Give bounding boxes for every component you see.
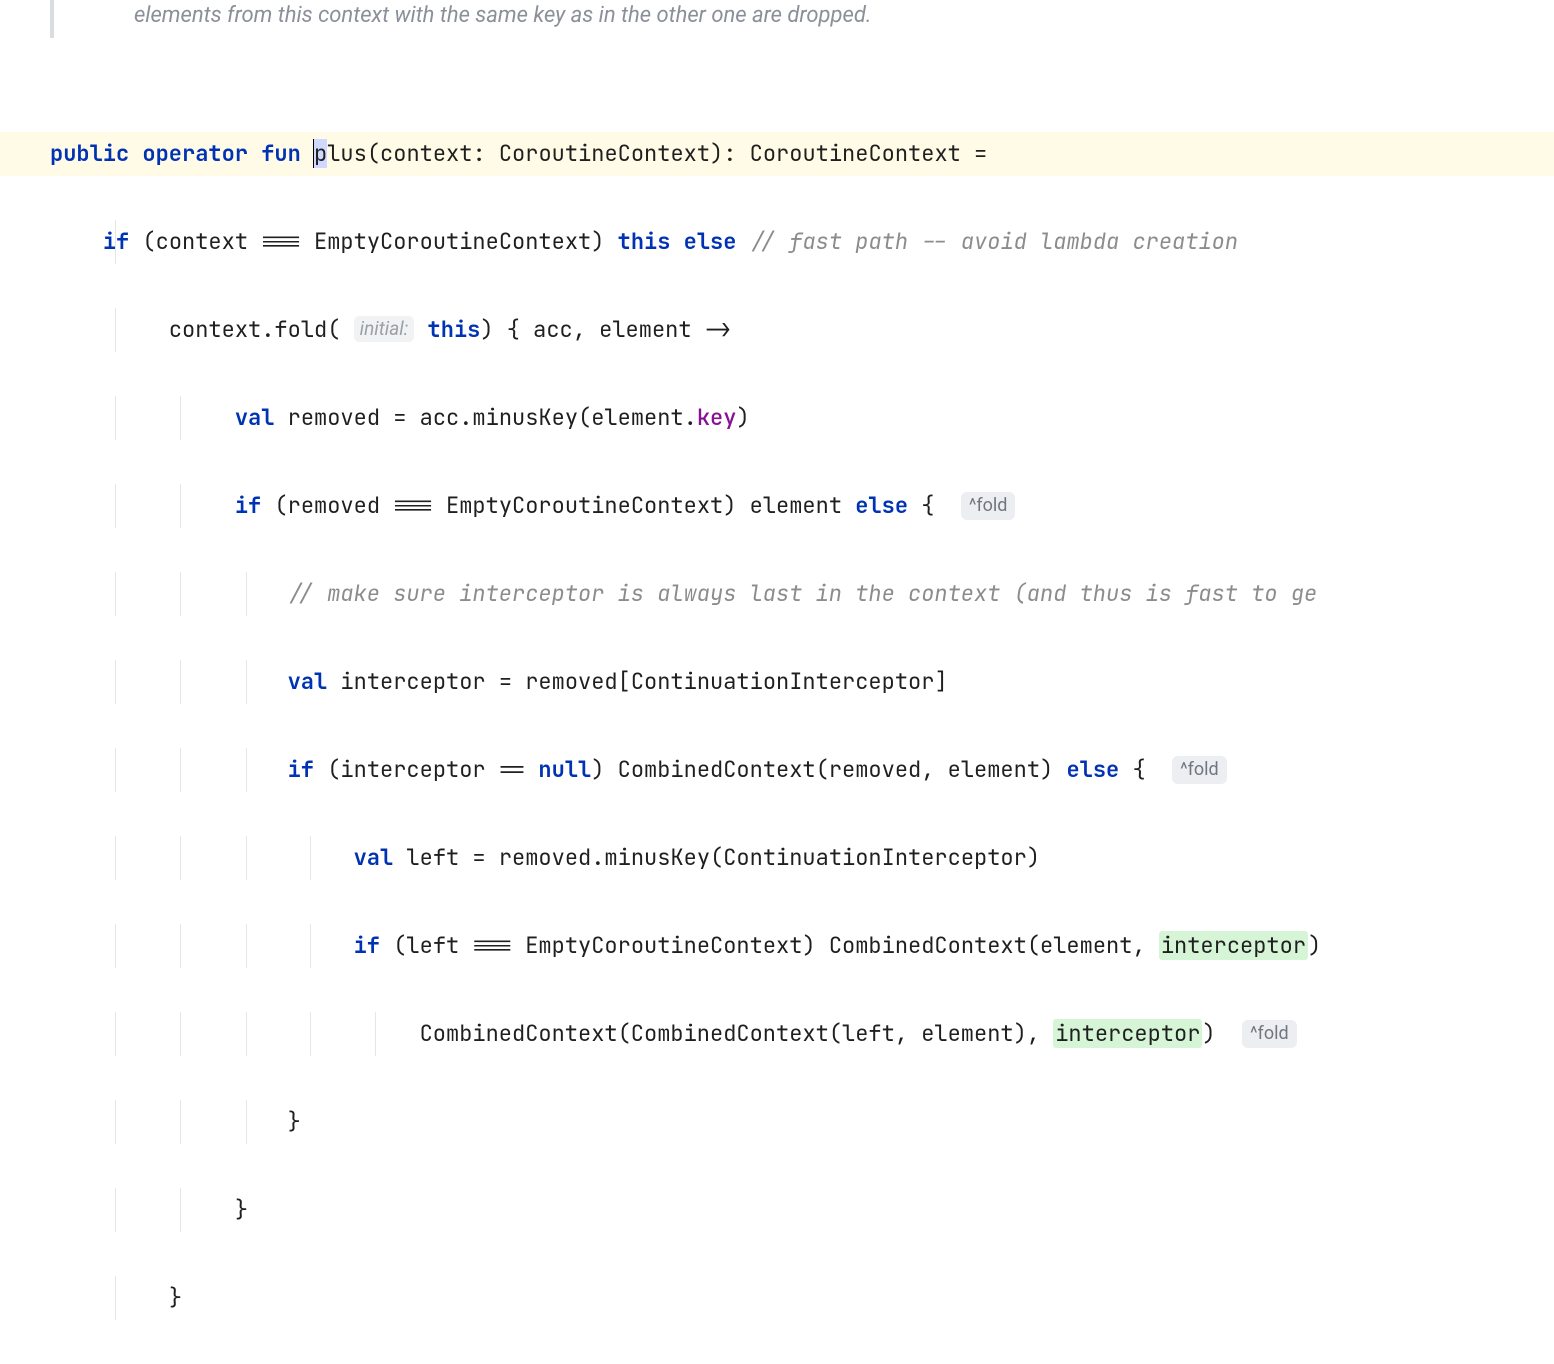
keyword-if: if [235,491,261,520]
code-line[interactable]: CombinedContext(CombinedContext(left, el… [0,1012,1554,1056]
indent-guide [246,1012,247,1056]
code-line-signature[interactable]: public operator fun plus(context: Corout… [0,132,1554,176]
indent-guide [115,1276,116,1320]
fn-signature-tail: (context: CoroutineContext): CoroutineCo… [367,139,987,168]
usage-highlight: interceptor [1053,1019,1202,1048]
indent-guide [115,484,116,528]
indent-guide [180,396,181,440]
inlay-fold-hint[interactable]: ^fold [1172,756,1227,784]
keyword-if: if [354,931,380,960]
indent-guide [115,1100,116,1144]
comment: // fast path -- avoid lambda creation [736,227,1238,256]
indent-guide [310,924,311,968]
indent-guide [180,1188,181,1232]
code-line[interactable]: context.fold( initial: this) { acc, elem… [0,308,1554,352]
cond: (context === EmptyCoroutineContext) [129,227,617,256]
keyword-val: val [354,843,394,872]
code-block: public operator fun plus(context: Corout… [0,44,1554,1364]
code-line[interactable]: if (context === EmptyCoroutineContext) t… [0,220,1554,264]
inlay-param-hint[interactable]: initial: [354,316,415,342]
indent-guide [180,924,181,968]
code-line[interactable]: val removed = acc.minusKey(element.key) [0,396,1554,440]
indent-guide [180,484,181,528]
indent-guide [115,572,116,616]
keyword-if: if [103,227,129,256]
keyword-else: else [1066,755,1119,784]
indent-guide [246,572,247,616]
code-line[interactable]: if (removed === EmptyCoroutineContext) e… [0,484,1554,528]
kdoc-fragment: elements from this context with the same… [50,0,1554,38]
indent-guide [115,660,116,704]
indent-guide [246,748,247,792]
cond: (removed === EmptyCoroutineContext) elem… [261,491,855,520]
indent-guide [115,308,116,352]
indent-guide [180,748,181,792]
indent-guide [180,1012,181,1056]
keyword-this: this [428,315,481,344]
indent-guide [310,1012,311,1056]
indent-guide [310,836,311,880]
keyword-else: else [684,227,737,256]
inlay-fold-hint[interactable]: ^fold [1242,1020,1297,1048]
indent-guide [180,1100,181,1144]
keyword-this: this [618,227,671,256]
val-body: interceptor = removed[ContinuationInterc… [327,667,947,696]
usage-highlight: interceptor [1159,931,1308,960]
comment: // make sure interceptor is always last … [288,579,1318,608]
lambda-open: ) { acc, element -> [480,315,731,344]
keyword-val: val [288,667,328,696]
keyword-val: val [235,403,275,432]
brace-close: } [235,1195,248,1224]
indent-guide [375,1012,376,1056]
keyword-null: null [538,755,591,784]
code-line[interactable]: if (left === EmptyCoroutineContext) Comb… [0,924,1554,968]
indent-guide [180,836,181,880]
code-line[interactable]: // make sure interceptor is always last … [0,572,1554,616]
code-line[interactable]: } [0,1100,1554,1144]
fold-call: context.fold( [169,315,354,344]
keyword-operator: operator [142,139,248,168]
code-line[interactable]: val left = removed.minusKey(Continuation… [0,836,1554,880]
fn-name-rest: lus [327,139,367,168]
keyword-fun: fun [261,139,301,168]
indent-guide [115,220,116,264]
indent-guide [180,660,181,704]
keyword-if: if [288,755,314,784]
keyword-public: public [50,139,129,168]
indent-guide [180,572,181,616]
indent-guide [246,660,247,704]
code-line[interactable]: val interceptor = removed[ContinuationIn… [0,660,1554,704]
indent-guide [246,924,247,968]
brace-close: } [169,1283,182,1312]
code-line[interactable]: } [0,1276,1554,1320]
indent-guide [246,1100,247,1144]
indent-guide [246,836,247,880]
indent-guide [115,1012,116,1056]
indent-guide [115,396,116,440]
val-body: removed = acc.minusKey(element. [274,403,696,432]
inlay-fold-hint[interactable]: ^fold [961,492,1016,520]
code-line[interactable]: } [0,1188,1554,1232]
keyword-else: else [855,491,908,520]
code-line[interactable]: if (interceptor == null) CombinedContext… [0,748,1554,792]
property-key: key [697,403,737,432]
brace-close: } [288,1107,301,1136]
indent-guide [115,836,116,880]
indent-guide [115,1188,116,1232]
selection-plus: p [314,139,327,168]
indent-guide [115,924,116,968]
val-body: left = removed.minusKey(ContinuationInte… [393,843,1040,872]
indent-guide [115,748,116,792]
